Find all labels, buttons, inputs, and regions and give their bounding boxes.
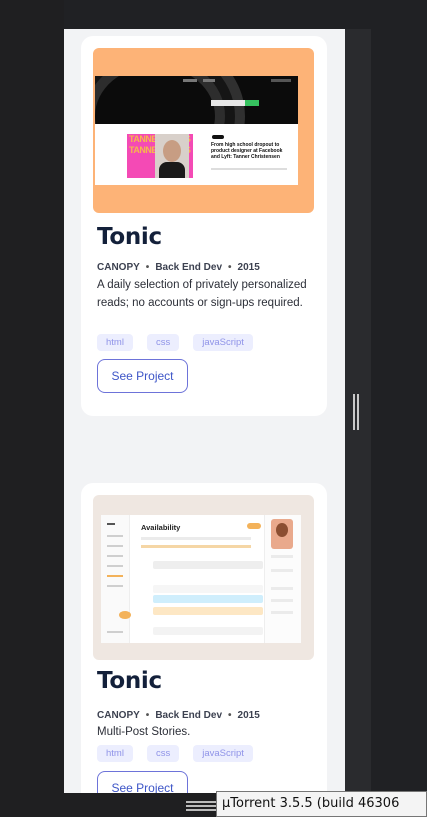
- see-project-button[interactable]: See Project: [97, 771, 188, 793]
- year-label: 2015: [237, 262, 260, 273]
- project-thumbnail: TANNER CHRIS TANNER CHRIS From high scho…: [93, 48, 314, 213]
- project-title: Tonic: [97, 224, 162, 250]
- tag-css: css: [146, 745, 180, 762]
- project-meta: CANOPY • Back End Dev • 2015: [97, 710, 260, 721]
- tooltip: µTorrent 3.5.5 (build 46306: [216, 791, 427, 817]
- see-project-button[interactable]: See Project: [97, 359, 188, 393]
- profile-panel: [264, 515, 301, 643]
- article-headline: From high school dropout to product desi…: [211, 142, 283, 160]
- portfolio-viewport: TANNER CHRIS TANNER CHRIS From high scho…: [64, 29, 345, 793]
- project-meta: CANOPY • Back End Dev • 2015: [97, 262, 260, 273]
- company-name: CANOPY: [97, 710, 140, 721]
- project-title: Tonic: [97, 668, 162, 694]
- article-footer: [211, 168, 287, 170]
- dashboard-sidebar: [101, 515, 130, 643]
- project-card: Availability Tonic CANOPY • Back End Dev…: [81, 483, 327, 793]
- preview-subscribe-button: [245, 100, 259, 106]
- project-description: Multi-Post Stories.: [97, 726, 191, 738]
- splitter-handle[interactable]: [352, 394, 360, 430]
- profile-photo: [271, 519, 293, 549]
- bullet-icon: •: [145, 710, 150, 721]
- website-preview: TANNER CHRIS TANNER CHRIS From high scho…: [95, 76, 298, 185]
- tag-javascript: javaScript: [193, 334, 253, 351]
- preview-action-pill: [247, 523, 261, 529]
- preview-email-input: [211, 100, 245, 106]
- bullet-icon: •: [228, 262, 232, 273]
- hero-banner: [95, 76, 298, 124]
- bullet-icon: •: [228, 710, 232, 721]
- role-label: Back End Dev: [155, 710, 223, 721]
- tag-javascript: javaScript: [193, 745, 253, 762]
- tag-html: html: [97, 745, 133, 762]
- resize-grip-icon[interactable]: [186, 801, 216, 811]
- floating-badge: [119, 611, 131, 619]
- dashboard-preview: Availability: [101, 515, 301, 643]
- tech-tag-list: html css javaScript: [97, 745, 253, 762]
- project-thumbnail: Availability: [93, 495, 314, 660]
- project-description: A daily selection of privately personali…: [97, 279, 307, 309]
- portrait-image: [155, 134, 189, 178]
- company-name: CANOPY: [97, 262, 140, 273]
- year-label: 2015: [237, 710, 260, 721]
- dashboard-heading: Availability: [141, 523, 181, 532]
- bullet-icon: •: [145, 262, 150, 273]
- left-dark-margin: [0, 0, 64, 817]
- role-label: Back End Dev: [155, 262, 223, 273]
- tag-html: html: [97, 334, 133, 351]
- tag-css: css: [146, 334, 180, 351]
- article-badge: [212, 135, 224, 139]
- tech-tag-list: html css javaScript: [97, 334, 253, 351]
- project-card: TANNER CHRIS TANNER CHRIS From high scho…: [81, 36, 327, 416]
